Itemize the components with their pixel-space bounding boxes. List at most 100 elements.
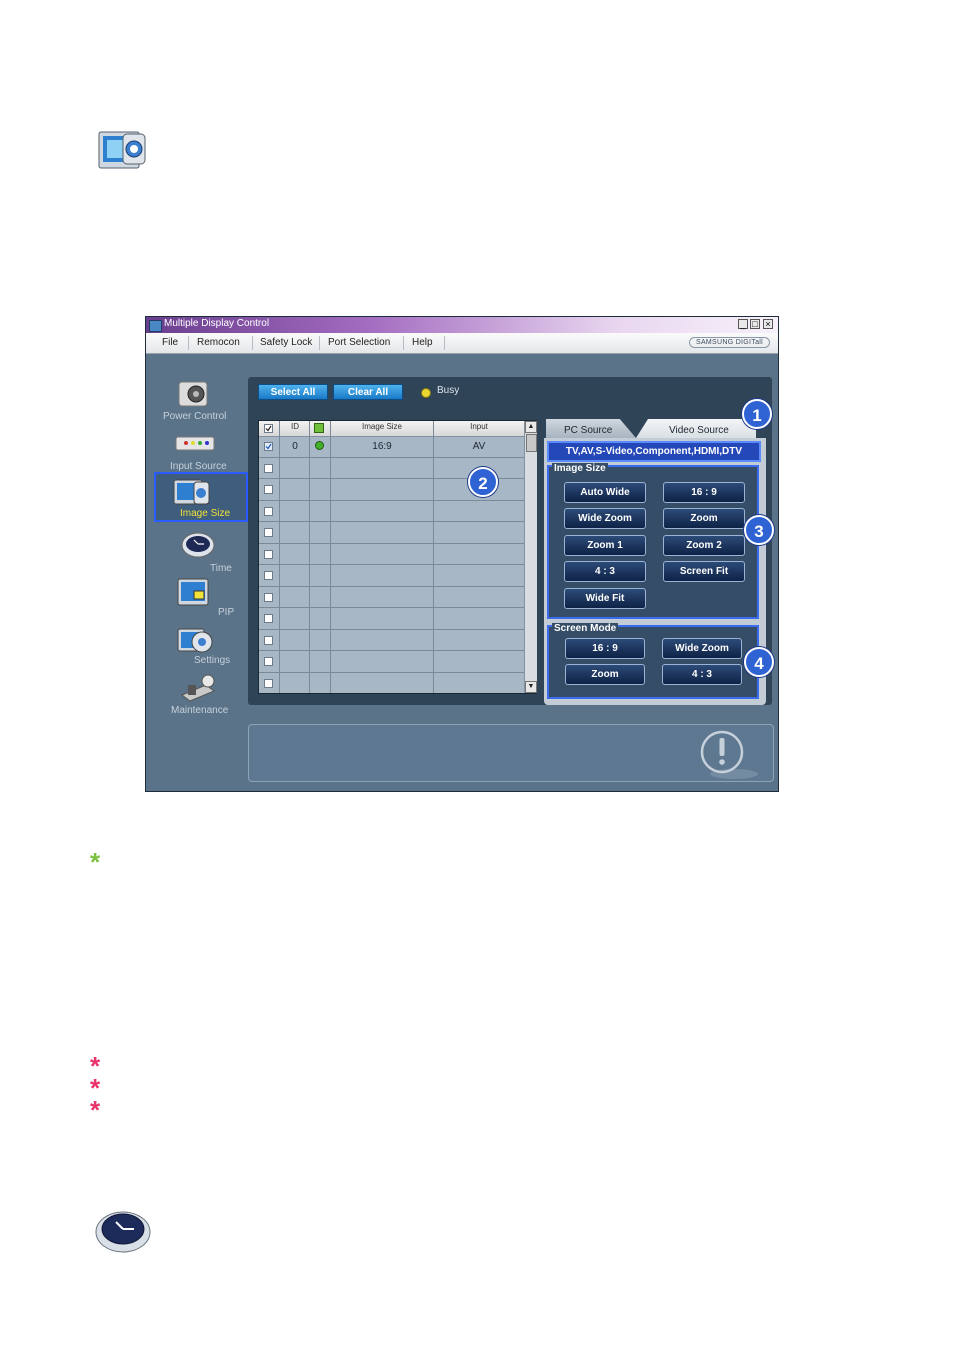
sidebar-item-maintenance[interactable]: Maintenance [154, 673, 248, 721]
row-checkbox[interactable] [264, 679, 273, 688]
callout-3: 3 [744, 515, 774, 545]
warning-icon [700, 730, 758, 779]
scroll-down-arrow[interactable]: ▼ [525, 681, 537, 693]
grid-row-line [259, 457, 524, 458]
row-checkbox[interactable] [264, 528, 273, 537]
image-size-page-icon [98, 131, 146, 169]
select-all-button[interactable]: Select All [258, 384, 328, 400]
zoom-1-button[interactable]: Zoom 1 [564, 535, 646, 556]
sidebar-item-time[interactable]: Time [154, 529, 248, 577]
sidebar-item-image-size[interactable]: Image Size [154, 475, 248, 523]
grid-scrollbar[interactable]: ▲ ▼ [524, 421, 537, 693]
sidebar-item-label: PIP [218, 607, 235, 618]
screen-mode-group-title: Screen Mode [552, 623, 619, 634]
application-window: Multiple Display Control _ □ × File Remo… [145, 316, 779, 792]
close-button[interactable]: × [763, 319, 773, 329]
maintenance-icon [181, 674, 215, 702]
time-icon [181, 532, 215, 558]
screen-mode-group [547, 625, 759, 699]
auto-wide-button[interactable]: Auto Wide [564, 482, 646, 503]
menu-separator [444, 336, 445, 350]
grid-column-line [279, 421, 280, 693]
row-checkbox[interactable] [264, 442, 273, 451]
sidebar-item-settings[interactable]: Settings [154, 625, 248, 673]
column-header-image-size[interactable]: Image Size [331, 422, 433, 431]
menu-port-selection[interactable]: Port Selection [328, 337, 390, 348]
wide-fit-button[interactable]: Wide Fit [564, 588, 646, 609]
table-row[interactable]: 0 16:9 AV [259, 436, 524, 457]
check-icon [265, 425, 272, 432]
status-column-icon [314, 423, 324, 433]
minimize-button[interactable]: _ [738, 319, 748, 329]
row-input: AV [472, 441, 486, 452]
maximize-button[interactable]: □ [750, 319, 760, 329]
zoom-button[interactable]: Zoom [663, 508, 745, 529]
sidebar-item-label: Power Control [163, 411, 227, 422]
title-bar[interactable]: Multiple Display Control _ □ × [146, 317, 778, 333]
screen-mode-zoom-button[interactable]: Zoom [565, 664, 645, 685]
grid-row-line [259, 543, 524, 544]
pip-icon [177, 578, 209, 606]
menu-remocon[interactable]: Remocon [197, 337, 240, 348]
sidebar-item-input-source[interactable]: Input Source [154, 430, 248, 478]
row-image-size: 16:9 [372, 441, 392, 452]
sidebar-item-label: Time [210, 563, 232, 574]
image-size-icon [173, 479, 210, 505]
menu-separator [188, 336, 189, 350]
menu-help[interactable]: Help [412, 337, 433, 348]
scroll-thumb[interactable] [526, 434, 537, 452]
tab-label: Video Source [669, 425, 729, 436]
grid-row-line [259, 521, 524, 522]
wide-zoom-button[interactable]: Wide Zoom [564, 508, 646, 529]
row-checkbox[interactable] [264, 464, 273, 473]
input-source-icon [175, 436, 215, 451]
callout-2: 2 [468, 467, 498, 497]
clear-all-button[interactable]: Clear All [333, 384, 403, 400]
row-checkbox[interactable] [264, 593, 273, 602]
grid-row-line [259, 650, 524, 651]
menu-separator [403, 336, 404, 350]
row-checkbox[interactable] [264, 614, 273, 623]
screen-mode-16-9-button[interactable]: 16 : 9 [565, 638, 645, 659]
screen-fit-button[interactable]: Screen Fit [663, 561, 745, 582]
time-page-icon [95, 1211, 151, 1253]
menu-file[interactable]: File [162, 337, 178, 348]
screen-mode-wide-zoom-button[interactable]: Wide Zoom [662, 638, 742, 659]
16-9-button[interactable]: 16 : 9 [663, 482, 745, 503]
app-icon [149, 320, 162, 332]
scroll-up-arrow[interactable]: ▲ [525, 421, 537, 433]
zoom-2-button[interactable]: Zoom 2 [663, 535, 745, 556]
sidebar-item-label: Image Size [180, 508, 231, 519]
row-checkbox[interactable] [264, 507, 273, 516]
note-star-icon: * [90, 1095, 101, 1125]
menu-separator [319, 336, 320, 350]
menu-safety-lock[interactable]: Safety Lock [260, 337, 312, 348]
busy-indicator [421, 388, 431, 398]
row-checkbox[interactable] [264, 636, 273, 645]
sidebar-item-label: Input Source [170, 461, 227, 472]
row-checkbox[interactable] [264, 485, 273, 494]
sidebar-item-pip[interactable]: PIP [154, 577, 248, 625]
4-3-button[interactable]: 4 : 3 [564, 561, 646, 582]
tab-video-source[interactable]: Video Source [636, 419, 756, 438]
display-grid: ID Image Size Input 0 16:9 AV ▲ ▼ [258, 420, 537, 694]
check-icon [265, 443, 272, 450]
grid-header: ID Image Size Input [259, 421, 524, 437]
sidebar-item-label: Settings [194, 655, 231, 666]
column-header-input[interactable]: Input [434, 422, 524, 431]
grid-row-line [259, 500, 524, 501]
sidebar-item-power-control[interactable]: Power Control [154, 379, 248, 427]
row-checkbox[interactable] [264, 571, 273, 580]
screen-mode-4-3-button[interactable]: 4 : 3 [662, 664, 742, 685]
select-all-checkbox[interactable] [264, 424, 273, 433]
connection-status-dot [315, 441, 324, 450]
row-checkbox[interactable] [264, 550, 273, 559]
row-id: 0 [292, 441, 298, 452]
image-size-group-title: Image Size [552, 463, 608, 474]
callout-1: 1 [742, 399, 772, 429]
status-message-panel [248, 724, 774, 782]
grid-column-line [309, 421, 310, 693]
column-header-id[interactable]: ID [281, 422, 309, 431]
menu-separator [252, 336, 253, 350]
row-checkbox[interactable] [264, 657, 273, 666]
